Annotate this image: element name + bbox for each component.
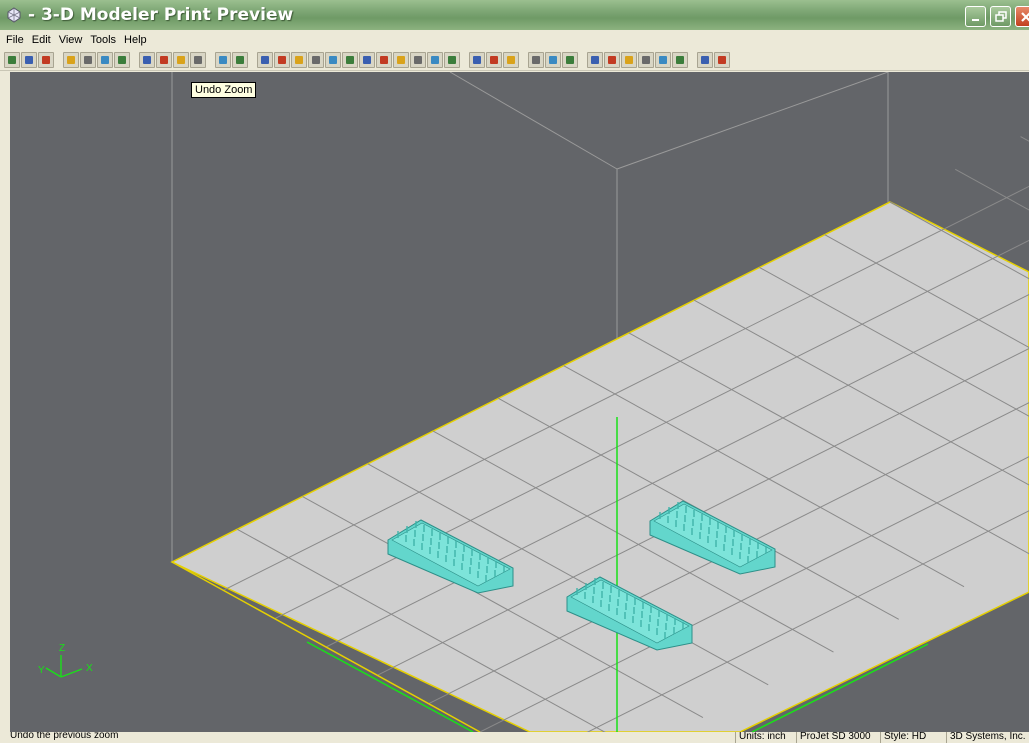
view-front-icon[interactable] bbox=[232, 52, 248, 68]
tool-icon-d[interactable] bbox=[638, 52, 654, 68]
app-icon[interactable] bbox=[6, 7, 22, 23]
view-icon-d[interactable] bbox=[427, 52, 443, 68]
axis-y-label: Y bbox=[38, 665, 45, 676]
view-bottom-icon[interactable] bbox=[359, 52, 375, 68]
copy-icon[interactable] bbox=[486, 52, 502, 68]
menu-edit[interactable]: Edit bbox=[30, 34, 57, 46]
toolbar bbox=[0, 49, 1029, 71]
minimize-button[interactable] bbox=[965, 6, 986, 27]
maximize-button[interactable] bbox=[990, 6, 1011, 27]
settings-icon[interactable] bbox=[97, 52, 113, 68]
view-right-icon[interactable] bbox=[325, 52, 341, 68]
build-icon[interactable] bbox=[215, 52, 231, 68]
zoom-in-icon[interactable] bbox=[156, 52, 172, 68]
tool-icon-c[interactable] bbox=[621, 52, 637, 68]
status-style: Style: HD bbox=[880, 732, 926, 743]
menu-file[interactable]: File bbox=[4, 34, 30, 46]
options-icon[interactable] bbox=[697, 52, 713, 68]
menu-bar: File Edit View Tools Help bbox=[0, 30, 1029, 49]
view-back-icon[interactable] bbox=[257, 52, 273, 68]
close-icon bbox=[1021, 11, 1029, 22]
close-button[interactable] bbox=[1015, 6, 1029, 27]
menu-help[interactable]: Help bbox=[122, 34, 153, 46]
fit-icon[interactable] bbox=[444, 52, 460, 68]
axis-x-label: X bbox=[86, 663, 93, 674]
status-printer: ProJet SD 3000 bbox=[796, 732, 871, 743]
tool-icon[interactable] bbox=[587, 52, 603, 68]
menu-tools[interactable]: Tools bbox=[88, 34, 122, 46]
view-icon-b[interactable] bbox=[393, 52, 409, 68]
print-icon[interactable] bbox=[80, 52, 96, 68]
axis-triad: Z Y X bbox=[38, 643, 93, 678]
material-icon[interactable] bbox=[672, 52, 688, 68]
build-scene: Z Y X bbox=[38, 72, 1029, 732]
minimize-icon bbox=[971, 18, 979, 21]
measure-icon[interactable] bbox=[528, 52, 544, 68]
viewport-3d[interactable]: Z Y X bbox=[10, 72, 1029, 732]
arrange-icon[interactable] bbox=[114, 52, 130, 68]
restore-icon bbox=[994, 10, 1007, 22]
view-iso-icon[interactable] bbox=[274, 52, 290, 68]
title-bar: - 3-D Modeler Print Preview bbox=[0, 0, 1029, 30]
paste-icon[interactable] bbox=[503, 52, 519, 68]
open-icon[interactable] bbox=[4, 52, 20, 68]
view-top-icon[interactable] bbox=[342, 52, 358, 68]
slice-icon[interactable] bbox=[545, 52, 561, 68]
undo-zoom-icon[interactable] bbox=[173, 52, 189, 68]
status-message: Undo the previous zoom bbox=[10, 732, 119, 741]
status-units: Units: inch bbox=[735, 732, 786, 743]
edit-icon[interactable] bbox=[562, 52, 578, 68]
menu-view[interactable]: View bbox=[57, 34, 89, 46]
axis-z-label: Z bbox=[59, 643, 65, 654]
tool-icon-b[interactable] bbox=[604, 52, 620, 68]
view-icon-a[interactable] bbox=[376, 52, 392, 68]
window-title: - 3-D Modeler Print Preview bbox=[28, 5, 294, 25]
save-icon[interactable] bbox=[21, 52, 37, 68]
group-icon[interactable] bbox=[139, 52, 155, 68]
stop-icon[interactable] bbox=[190, 52, 206, 68]
view-left-icon[interactable] bbox=[308, 52, 324, 68]
exit-icon[interactable] bbox=[714, 52, 730, 68]
undo-zoom-tooltip: Undo Zoom bbox=[191, 82, 257, 98]
rotate-icon[interactable] bbox=[63, 52, 79, 68]
move-icon[interactable] bbox=[291, 52, 307, 68]
grid-icon[interactable] bbox=[469, 52, 485, 68]
color-icon[interactable] bbox=[655, 52, 671, 68]
status-bar: Undo the previous zoom Units: inch ProJe… bbox=[0, 732, 1029, 743]
view-icon-c[interactable] bbox=[410, 52, 426, 68]
status-company: 3D Systems, Inc. bbox=[946, 732, 1026, 743]
select-icon[interactable] bbox=[38, 52, 54, 68]
